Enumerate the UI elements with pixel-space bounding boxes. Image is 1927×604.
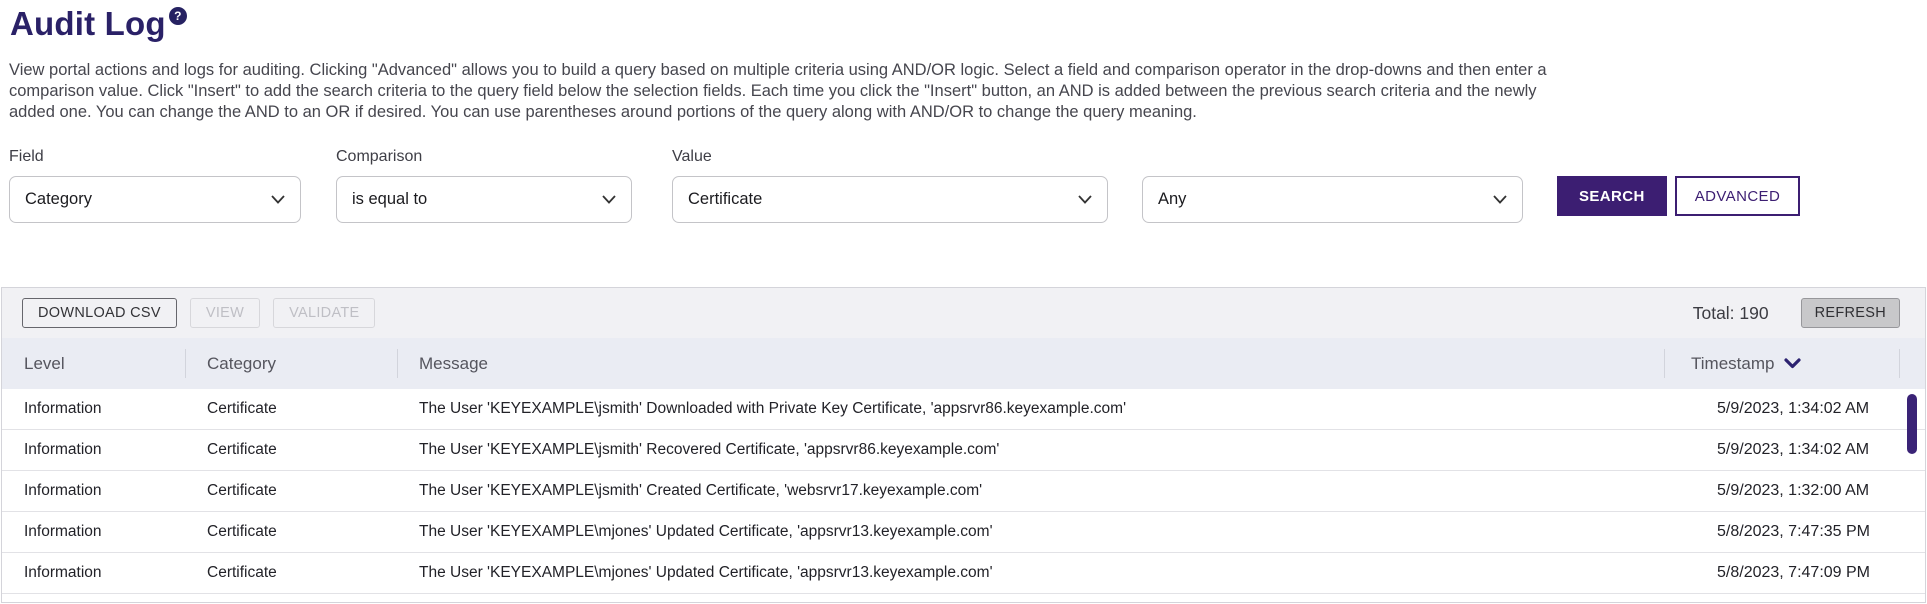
- column-header-message[interactable]: Message: [397, 338, 1664, 389]
- chevron-down-icon: [1078, 190, 1092, 209]
- field-select[interactable]: Category: [9, 176, 301, 223]
- table-row[interactable]: InformationCertificateThe User 'KEYEXAMP…: [2, 553, 1925, 594]
- help-icon[interactable]: ?: [169, 7, 187, 25]
- audit-table-panel: DOWNLOAD CSV VIEW VALIDATE Total: 190 RE…: [1, 287, 1926, 603]
- scrollbar-thumb[interactable]: [1907, 394, 1917, 454]
- cell-level: Information: [2, 389, 185, 429]
- field-label: Field: [9, 148, 336, 166]
- value-select-value: Certificate: [688, 190, 762, 209]
- scope-select[interactable]: Any: [1142, 176, 1523, 223]
- cell-message: The User 'KEYEXAMPLE\mjones' Updated Cer…: [397, 512, 1690, 552]
- filter-bar: Field Category Comparison is equal to Va…: [0, 148, 1927, 223]
- chevron-down-icon: [602, 190, 616, 209]
- cell-category: Certificate: [185, 471, 397, 511]
- table-scrollbar[interactable]: [1900, 390, 1924, 603]
- cell-category: Certificate: [185, 389, 397, 429]
- cell-category: Certificate: [185, 553, 397, 593]
- search-button[interactable]: SEARCH: [1557, 176, 1667, 216]
- cell-timestamp: 5/9/2023, 1:32:00 AM: [1690, 471, 1925, 511]
- chevron-down-icon: [271, 190, 285, 209]
- cell-timestamp: 5/9/2023, 1:34:02 AM: [1690, 430, 1925, 470]
- column-header-category[interactable]: Category: [185, 338, 397, 389]
- comparison-filter-group: Comparison is equal to: [336, 148, 672, 223]
- field-filter-group: Field Category: [9, 148, 336, 223]
- timestamp-header-label: Timestamp: [1691, 354, 1774, 374]
- table-row[interactable]: InformationCertificateThe User 'KEYEXAMP…: [2, 512, 1925, 553]
- cell-level: Information: [2, 430, 185, 470]
- column-header-level[interactable]: Level: [2, 338, 185, 389]
- column-header-timestamp[interactable]: Timestamp: [1664, 338, 1899, 389]
- refresh-button[interactable]: REFRESH: [1801, 298, 1900, 328]
- table-toolbar: DOWNLOAD CSV VIEW VALIDATE Total: 190 RE…: [2, 288, 1925, 338]
- table-row[interactable]: InformationCertificateThe User 'KEYEXAMP…: [2, 389, 1925, 430]
- table-row[interactable]: InformationCertificateThe User 'KEYEXAMP…: [2, 471, 1925, 512]
- cell-message: The User 'KEYEXAMPLE\mjones' Updated Cer…: [397, 553, 1690, 593]
- validate-button[interactable]: VALIDATE: [273, 298, 375, 328]
- download-csv-button[interactable]: DOWNLOAD CSV: [22, 298, 177, 328]
- advanced-button[interactable]: ADVANCED: [1675, 176, 1800, 216]
- header-scroll-gutter: [1899, 338, 1925, 389]
- page-header: Audit Log ?: [0, 0, 1927, 44]
- cell-level: Information: [2, 471, 185, 511]
- page-title: Audit Log: [10, 4, 166, 44]
- comparison-label: Comparison: [336, 148, 672, 166]
- audit-log-page: Audit Log ? View portal actions and logs…: [0, 0, 1927, 604]
- chevron-down-icon: [1493, 190, 1507, 209]
- scope-filter-group: Any: [1142, 148, 1557, 223]
- cell-level: Information: [2, 512, 185, 552]
- scope-label-spacer: [1142, 148, 1557, 166]
- cell-category: Certificate: [185, 430, 397, 470]
- field-select-value: Category: [25, 190, 92, 209]
- scope-select-value: Any: [1158, 190, 1186, 209]
- value-label: Value: [672, 148, 1142, 166]
- cell-timestamp: 5/9/2023, 1:34:02 AM: [1690, 389, 1925, 429]
- comparison-select[interactable]: is equal to: [336, 176, 632, 223]
- view-button[interactable]: VIEW: [190, 298, 260, 328]
- cell-category: Certificate: [185, 512, 397, 552]
- table-row[interactable]: InformationCertificateThe User 'KEYEXAMP…: [2, 430, 1925, 471]
- cell-timestamp: 5/8/2023, 7:47:35 PM: [1690, 512, 1925, 552]
- page-description: View portal actions and logs for auditin…: [9, 60, 1554, 123]
- cell-message: The User 'KEYEXAMPLE\jsmith' Recovered C…: [397, 430, 1690, 470]
- sort-descending-icon: [1784, 358, 1801, 369]
- value-filter-group: Value Certificate: [672, 148, 1142, 223]
- cell-level: Information: [2, 553, 185, 593]
- table-header-row: Level Category Message Timestamp: [2, 338, 1925, 389]
- comparison-select-value: is equal to: [352, 190, 427, 209]
- cell-message: The User 'KEYEXAMPLE\jsmith' Downloaded …: [397, 389, 1690, 429]
- table-body: InformationCertificateThe User 'KEYEXAMP…: [2, 389, 1925, 594]
- value-select[interactable]: Certificate: [672, 176, 1108, 223]
- filter-actions: SEARCH ADVANCED: [1557, 148, 1800, 216]
- total-count: Total: 190: [1693, 303, 1769, 324]
- cell-message: The User 'KEYEXAMPLE\jsmith' Created Cer…: [397, 471, 1690, 511]
- cell-timestamp: 5/8/2023, 7:47:09 PM: [1690, 553, 1925, 593]
- toolbar-right: Total: 190 REFRESH: [1693, 298, 1900, 328]
